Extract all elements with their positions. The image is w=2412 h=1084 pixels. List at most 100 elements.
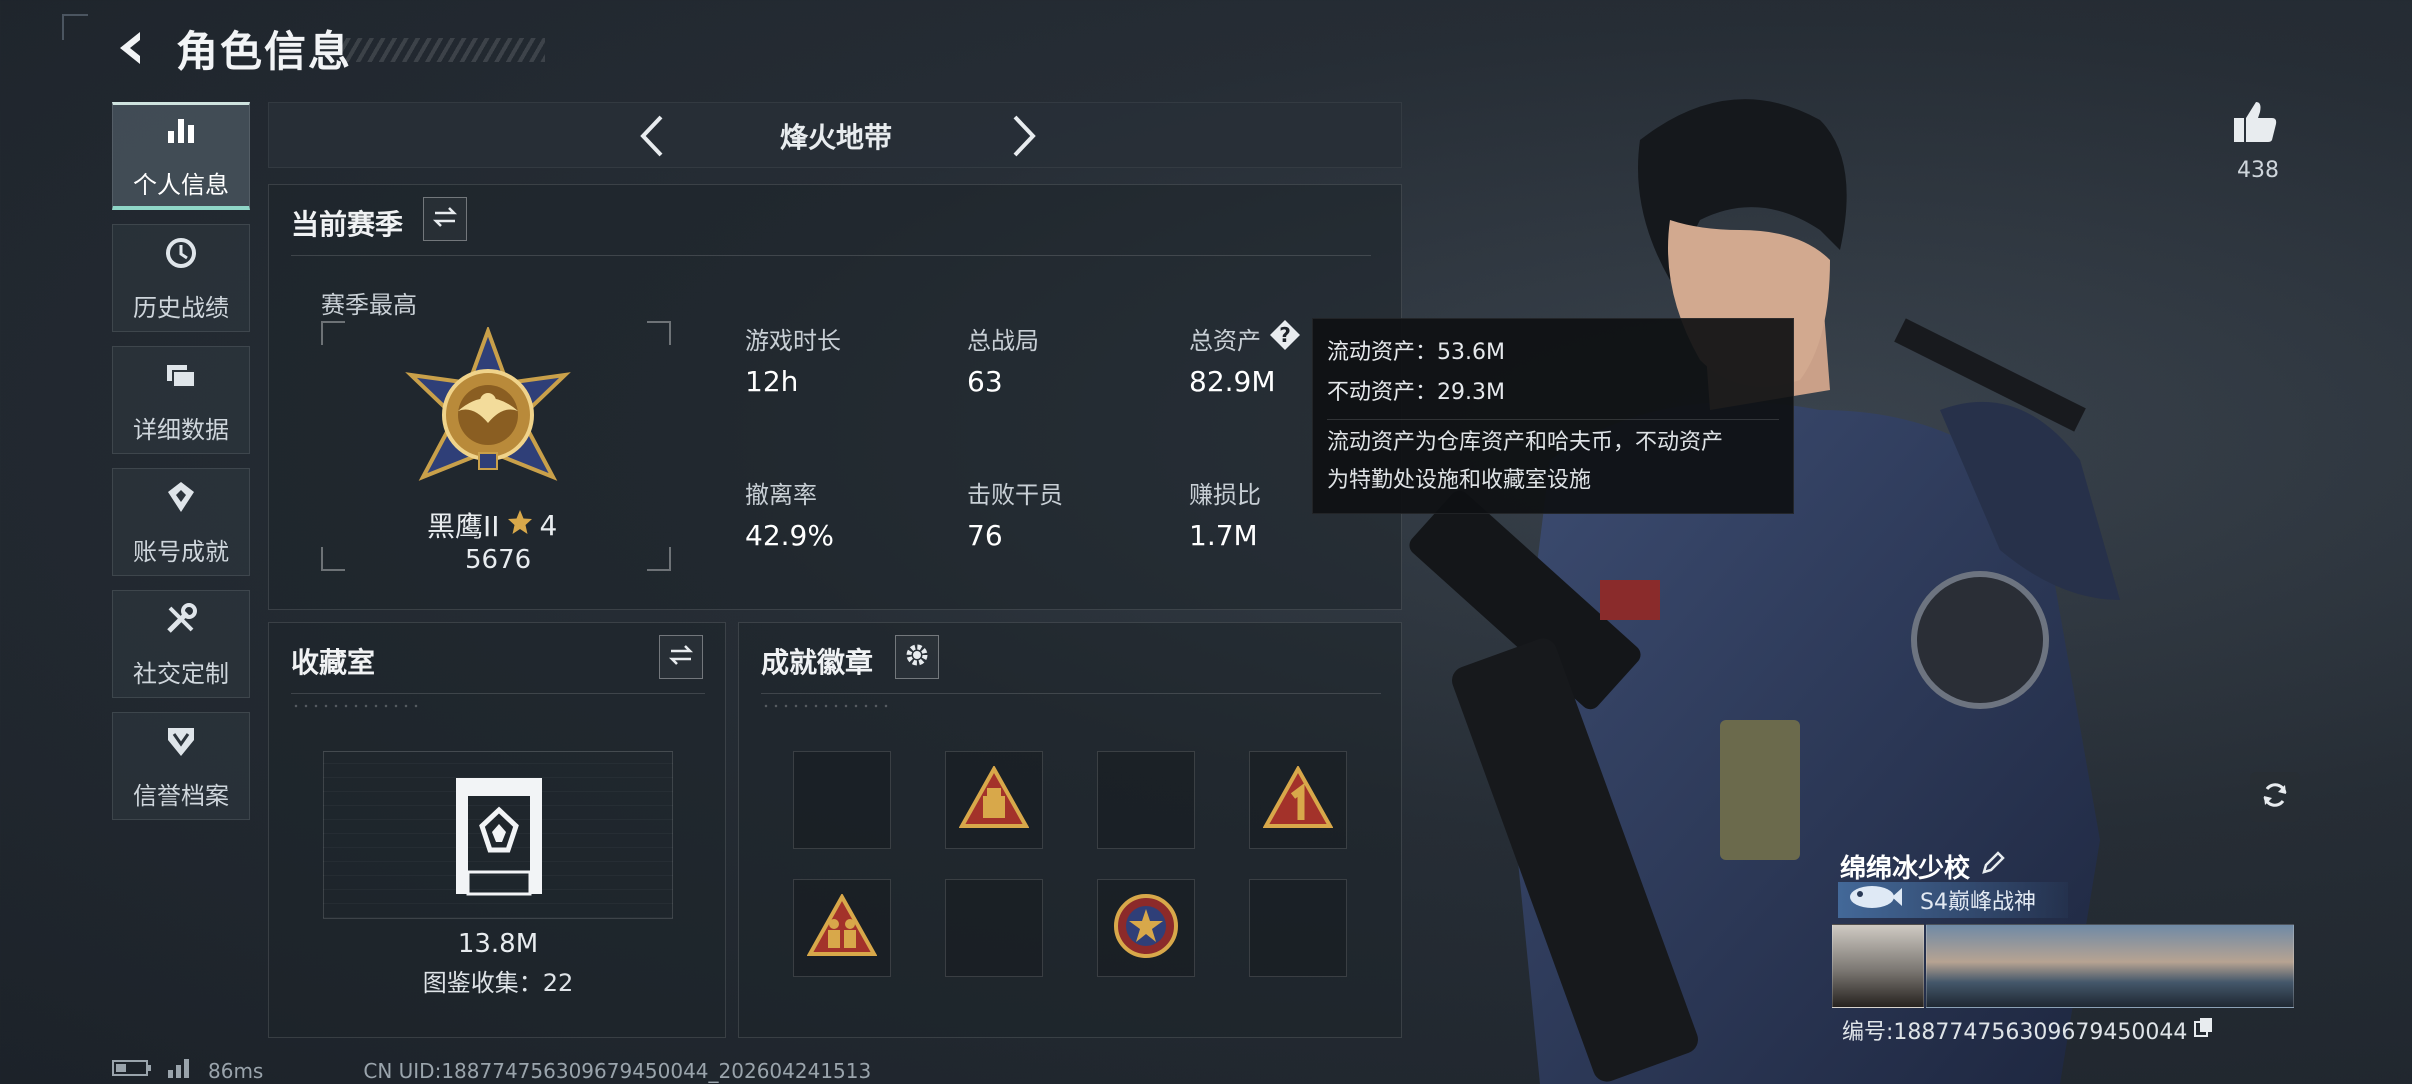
liquid-assets: 流动资产：53.6M xyxy=(1327,340,1505,365)
title-badge[interactable]: S4巅峰战神 xyxy=(1838,882,2068,918)
tooltip-description-line2: 为特勤处设施和收藏室设施 xyxy=(1327,468,1592,493)
frame-corner xyxy=(321,321,345,345)
edit-pencil-icon[interactable] xyxy=(1980,850,2006,883)
sidebar-item-label: 账号成就 xyxy=(133,537,229,566)
sidebar-item-history[interactable]: 历史战绩 xyxy=(112,224,250,332)
page-title: 角色信息 xyxy=(176,26,353,76)
collection-panel: 收藏室 13.8M 图鉴收集：22 xyxy=(268,622,726,1038)
sidebar-item-personal-info[interactable]: 个人信息 xyxy=(112,102,250,210)
dotted-decoration xyxy=(761,703,891,709)
current-season-panel: 当前赛季 赛季最高 黑鹰II 4 5676 游戏时长 12h 总战局 63 总资… xyxy=(268,184,1402,610)
shield-icon xyxy=(162,722,200,766)
stat-value-play-time: 12h xyxy=(745,365,799,398)
soldiers-badge-icon xyxy=(806,892,878,962)
sidebar-item-social-customization[interactable]: 社交定制 xyxy=(112,590,250,698)
corner-decoration xyxy=(62,14,88,40)
help-icon[interactable]: ? xyxy=(1269,319,1301,351)
collection-room-icon xyxy=(452,774,546,898)
season-switcher: 烽火地带 xyxy=(268,102,1402,168)
badge-slot[interactable] xyxy=(945,751,1043,849)
battery-icon xyxy=(112,1058,152,1083)
season-best-label: 赛季最高 xyxy=(321,291,417,319)
profile-banner-card[interactable] xyxy=(1926,924,2294,1008)
badge-slot-empty[interactable] xyxy=(793,751,891,849)
nickname: 绵绵冰少校 xyxy=(1840,854,1971,884)
sidebar-item-account-achievements[interactable]: 账号成就 xyxy=(112,468,250,576)
stat-value-profit-loss: 1.7M xyxy=(1189,519,1258,552)
swap-arrows-icon xyxy=(432,204,458,234)
rank-score: 5676 xyxy=(465,545,532,575)
badge-slot-empty[interactable] xyxy=(945,879,1043,977)
achievement-badges-panel: 成就徽章 xyxy=(738,622,1402,1038)
copy-icon[interactable] xyxy=(2193,1016,2215,1044)
chevron-right-icon[interactable] xyxy=(999,113,1045,159)
status-bar: 86ms CN UID:18877475630967945​0044_20260… xyxy=(112,1058,871,1083)
badge-settings-button[interactable] xyxy=(895,635,939,679)
number-one-badge-icon xyxy=(1262,764,1334,834)
stat-label-extraction-rate: 撤离率 xyxy=(745,481,817,509)
fish-emblem-icon xyxy=(1844,882,1904,918)
ping: 86ms xyxy=(208,1058,264,1083)
badge-slot-empty[interactable] xyxy=(1249,879,1347,977)
star-icon xyxy=(506,508,534,543)
refresh-button[interactable] xyxy=(2250,772,2300,822)
thumbs-up-icon[interactable] xyxy=(2230,96,2280,146)
tools-icon xyxy=(162,600,200,644)
nickname-row: 绵绵冰少校 xyxy=(1840,848,2006,885)
tooltip-description-line1: 流动资产为仓库资产和哈夫币，不动资产 xyxy=(1327,430,1724,455)
divider xyxy=(1327,419,1779,420)
history-clock-icon xyxy=(162,234,200,278)
svg-text:?: ? xyxy=(1279,323,1291,347)
stat-label-total-matches: 总战局 xyxy=(967,327,1039,355)
divider xyxy=(291,255,1371,256)
stat-value-extraction-rate: 42.9% xyxy=(745,519,834,552)
player-id-row: 编号:1887747563096794500​44 xyxy=(1842,1014,2215,1046)
catalog-count: 图鉴收集：22 xyxy=(422,969,574,997)
stat-value-total-matches: 63 xyxy=(967,365,1003,398)
stat-label-operators-defeated: 击败干员 xyxy=(967,481,1063,509)
badge-slot[interactable] xyxy=(1097,879,1195,977)
like-count: 438 xyxy=(2237,158,2279,183)
rank-name: 黑鹰II xyxy=(427,510,500,543)
collection-title: 收藏室 xyxy=(291,646,376,679)
collection-value: 13.8M xyxy=(457,929,539,959)
switch-season-button[interactable] xyxy=(423,197,467,241)
achievement-icon xyxy=(162,478,200,522)
switch-collection-button[interactable] xyxy=(659,635,703,679)
stat-label-play-time: 游戏时长 xyxy=(745,327,841,355)
frame-corner xyxy=(647,547,671,571)
player-id: 编号:1887747563096794500​44 xyxy=(1842,1020,2188,1045)
season-name: 烽火地带 xyxy=(779,121,892,154)
stat-value-operators-defeated: 76 xyxy=(967,519,1003,552)
sidebar: 个人信息 历史战绩 详细数据 账号成就 社交定制 信誉档案 xyxy=(112,102,250,834)
chevron-left-icon[interactable] xyxy=(631,113,677,159)
badge-slot[interactable] xyxy=(793,879,891,977)
divider xyxy=(291,693,705,694)
badge-slot-empty[interactable] xyxy=(1097,751,1195,849)
signal-icon xyxy=(166,1058,194,1083)
avatar-card[interactable] xyxy=(1832,924,1924,1008)
star-round-badge-icon xyxy=(1111,891,1181,965)
sidebar-item-label: 社交定制 xyxy=(133,659,229,688)
header: 角色信息 xyxy=(110,18,352,78)
uid-text: CN UID:18877475630967945​0044_2026042415… xyxy=(363,1058,872,1083)
sidebar-item-credit-profile[interactable]: 信誉档案 xyxy=(112,712,250,820)
sidebar-item-label: 个人信息 xyxy=(133,171,229,199)
folder-icon xyxy=(162,356,200,400)
assets-tooltip: 流动资产：53.6M 不动资产：29.3M 流动资产为仓库资产和哈夫币，不动资产… xyxy=(1312,318,1794,514)
collection-preview-frame[interactable] xyxy=(323,751,673,919)
swap-arrows-icon xyxy=(668,642,694,672)
title-hatch-decoration xyxy=(340,38,545,62)
sidebar-item-label: 历史战绩 xyxy=(133,293,229,322)
rank-emblem-icon xyxy=(403,325,573,497)
badges-title: 成就徽章 xyxy=(761,646,874,679)
rank-stars: 4 xyxy=(539,508,558,542)
frame-corner xyxy=(647,321,671,345)
refresh-icon xyxy=(2259,779,2291,815)
frame-corner xyxy=(321,547,345,571)
sidebar-item-detailed-data[interactable]: 详细数据 xyxy=(112,346,250,454)
back-arrow-icon[interactable] xyxy=(110,26,154,70)
badge-slot[interactable] xyxy=(1249,751,1347,849)
dotted-decoration xyxy=(291,703,421,709)
stat-label-total-assets: 总资产 xyxy=(1189,327,1261,355)
